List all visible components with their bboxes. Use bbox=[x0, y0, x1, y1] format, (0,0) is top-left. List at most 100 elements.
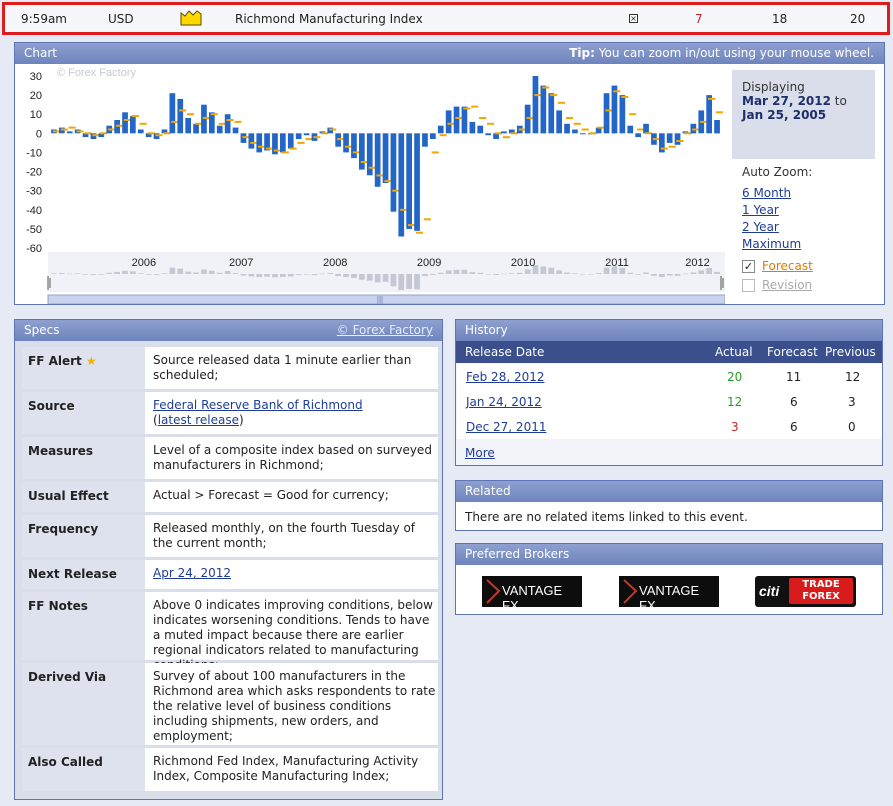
actual-bar[interactable] bbox=[580, 133, 586, 135]
history-more-link[interactable]: More bbox=[465, 446, 495, 460]
actual-bar[interactable] bbox=[366, 133, 373, 176]
broker-vantage-fx-1[interactable]: VANTAGE FX bbox=[482, 576, 582, 613]
actual-bar[interactable] bbox=[280, 133, 286, 153]
actual-bar[interactable] bbox=[485, 133, 491, 136]
forecast-marker bbox=[226, 119, 234, 121]
actual-bar[interactable] bbox=[303, 133, 310, 136]
history-date-link[interactable]: Dec 27, 2011 bbox=[466, 420, 546, 434]
actual-bar[interactable] bbox=[224, 114, 231, 134]
navigator-bar bbox=[461, 269, 468, 274]
actual-bar[interactable] bbox=[209, 112, 215, 134]
zoom-1-year-link[interactable]: 1 Year bbox=[742, 203, 882, 217]
actual-bar[interactable] bbox=[611, 85, 618, 134]
actual-bar[interactable] bbox=[524, 104, 531, 134]
navigator-bar bbox=[224, 271, 231, 274]
actual-bar[interactable] bbox=[130, 116, 136, 134]
actual-bar[interactable] bbox=[287, 133, 294, 149]
actual-bar[interactable] bbox=[437, 125, 444, 134]
actual-bar[interactable] bbox=[185, 118, 191, 134]
revision-toggle[interactable]: Revision bbox=[742, 278, 812, 292]
navigator-bar bbox=[272, 274, 278, 278]
folder-impact-icon[interactable] bbox=[180, 10, 202, 26]
actual-bar[interactable] bbox=[351, 133, 357, 159]
actual-bar[interactable] bbox=[398, 133, 405, 237]
actual-bar[interactable] bbox=[374, 133, 381, 187]
chart-svg[interactable]: © Forex Factory ||| 3020100-10-20-30-40-… bbox=[15, 64, 726, 305]
specs-credit-link[interactable]: © Forex Factory bbox=[337, 320, 433, 341]
actual-bar[interactable] bbox=[540, 85, 547, 134]
actual-bar[interactable] bbox=[201, 104, 207, 134]
forecast-checkbox[interactable]: ✓ bbox=[742, 259, 755, 273]
actual-bar[interactable] bbox=[193, 123, 199, 134]
actual-bar[interactable] bbox=[248, 133, 255, 149]
event-time: 9:59am bbox=[21, 12, 67, 26]
brokers-panel: Preferred Brokers VANTAGE FX VANTAGE FX … bbox=[455, 543, 883, 615]
actual-bar[interactable] bbox=[422, 133, 428, 147]
actual-bar[interactable] bbox=[706, 95, 712, 134]
actual-bar[interactable] bbox=[548, 93, 555, 134]
actual-bar[interactable] bbox=[177, 98, 184, 134]
actual-bar[interactable] bbox=[635, 133, 641, 138]
latest-release-link[interactable]: latest release bbox=[158, 413, 239, 427]
actual-bar[interactable] bbox=[137, 129, 144, 134]
broker-vantage-fx-2[interactable]: VANTAGE FX bbox=[619, 576, 719, 613]
broker-citi-trade-forex[interactable]: citi TRADE FOREX bbox=[755, 576, 856, 607]
navigator-bar bbox=[422, 274, 428, 277]
navigator-bar bbox=[303, 274, 310, 275]
source-link[interactable]: Federal Reserve Bank of Richmond bbox=[153, 398, 363, 412]
actual-bar[interactable] bbox=[232, 127, 239, 134]
actual-bar[interactable] bbox=[382, 133, 389, 183]
history-date-link[interactable]: Feb 28, 2012 bbox=[466, 370, 545, 384]
actual-bar[interactable] bbox=[627, 125, 634, 134]
actual-bar[interactable] bbox=[714, 120, 720, 134]
actual-bar[interactable] bbox=[256, 133, 263, 153]
forecast-toggle[interactable]: ✓ Forecast bbox=[742, 259, 813, 273]
revision-checkbox-label[interactable]: Revision bbox=[762, 278, 812, 292]
actual-bar[interactable] bbox=[477, 125, 484, 134]
actual-bar[interactable] bbox=[469, 121, 476, 134]
forecast-marker bbox=[715, 111, 723, 114]
chart-area[interactable]: © Forex Factory ||| 30 20 10 0 -10 -20 -30 -40-… bbox=[15, 64, 726, 305]
actual-bar[interactable] bbox=[674, 133, 681, 145]
zoom-6-month-link[interactable]: 6 Month bbox=[742, 186, 882, 200]
next-release-link[interactable]: Apr 24, 2012 bbox=[153, 566, 231, 580]
actual-bar[interactable] bbox=[603, 93, 610, 134]
actual-bar[interactable] bbox=[461, 106, 468, 134]
actual-bar[interactable] bbox=[390, 133, 397, 212]
actual-bar[interactable] bbox=[414, 133, 420, 231]
actual-bar[interactable] bbox=[666, 133, 673, 143]
detail-close-icon[interactable]: × bbox=[629, 14, 638, 23]
zoom-maximum-link[interactable]: Maximum bbox=[742, 237, 882, 251]
revision-checkbox[interactable] bbox=[742, 278, 755, 292]
zoom-2-year-link[interactable]: 2 Year bbox=[742, 220, 882, 234]
actual-bar[interactable] bbox=[564, 123, 570, 134]
actual-bar[interactable] bbox=[445, 110, 452, 134]
forecast-marker bbox=[605, 109, 613, 112]
actual-bar[interactable] bbox=[343, 133, 349, 153]
event-row[interactable]: 9:59am USD Richmond Manufacturing Index … bbox=[2, 2, 890, 35]
actual-bar[interactable] bbox=[122, 112, 128, 134]
actual-bar[interactable] bbox=[216, 125, 223, 134]
actual-bar[interactable] bbox=[169, 93, 176, 134]
actual-bar[interactable] bbox=[643, 123, 649, 134]
actual-bar[interactable] bbox=[406, 133, 412, 229]
actual-bar[interactable] bbox=[359, 133, 365, 170]
actual-bar[interactable] bbox=[619, 95, 626, 134]
forecast-marker bbox=[550, 94, 558, 97]
actual-bar[interactable] bbox=[532, 76, 539, 134]
event-title[interactable]: Richmond Manufacturing Index bbox=[235, 12, 423, 26]
forecast-marker bbox=[210, 113, 218, 116]
history-date-link[interactable]: Jan 24, 2012 bbox=[466, 395, 542, 409]
col-release-date: Release Date bbox=[465, 345, 545, 359]
actual-bar[interactable] bbox=[572, 129, 578, 134]
forecast-checkbox-label[interactable]: Forecast bbox=[762, 259, 813, 273]
actual-bar[interactable] bbox=[295, 133, 302, 139]
actual-bar[interactable] bbox=[501, 131, 507, 134]
actual-bar[interactable] bbox=[556, 110, 562, 134]
forecast-marker bbox=[297, 141, 305, 144]
actual-bar[interactable] bbox=[453, 106, 460, 134]
actual-bar[interactable] bbox=[430, 133, 436, 139]
actual-bar[interactable] bbox=[66, 131, 73, 134]
event-forecast: 18 bbox=[772, 12, 788, 26]
navigator-bar bbox=[430, 274, 436, 275]
